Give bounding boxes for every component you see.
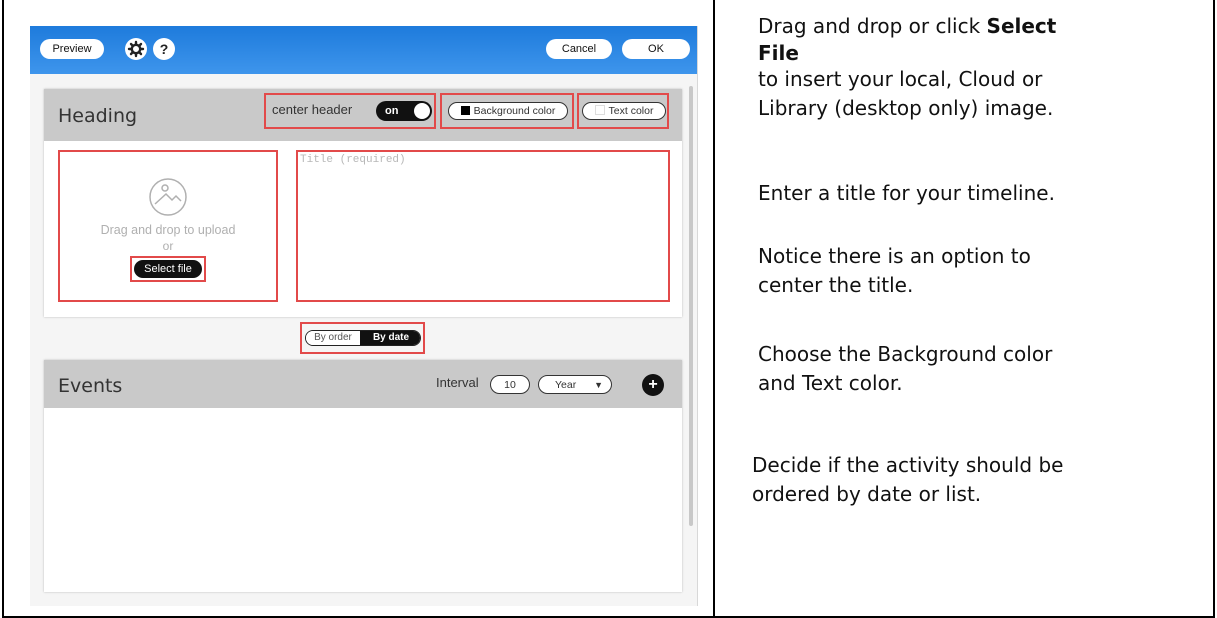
instruction-line: ordered by date or list. bbox=[752, 482, 982, 506]
instruction-select-file: Drag and drop or click Select File to in… bbox=[758, 12, 1056, 123]
center-header-label: center header bbox=[272, 102, 353, 117]
by-date-option[interactable]: By date bbox=[360, 331, 420, 345]
instruction-line: Choose the Background color bbox=[758, 342, 1053, 366]
instruction-line: Library (desktop only) image. bbox=[758, 96, 1054, 120]
preview-button[interactable]: Preview bbox=[40, 39, 104, 59]
image-icon bbox=[149, 178, 187, 216]
toggle-knob bbox=[414, 103, 430, 119]
instruction-bold: File bbox=[758, 41, 799, 65]
gear-icon[interactable] bbox=[125, 38, 147, 60]
background-swatch bbox=[460, 106, 470, 115]
chevron-down-icon: ▼ bbox=[594, 380, 603, 390]
text-color-button[interactable]: Text color bbox=[582, 102, 666, 120]
editor-toolbar: Preview ? Cancel OK bbox=[30, 26, 697, 74]
instruction-line: center the title. bbox=[758, 273, 914, 297]
events-panel: Events Interval 10 Year ▼ + bbox=[44, 360, 682, 592]
text-color-label: Text color bbox=[608, 105, 654, 117]
upload-text: Drag and drop to upload bbox=[100, 223, 236, 237]
background-color-button[interactable]: Background color bbox=[448, 102, 568, 120]
instruction-center: Notice there is an option to center the … bbox=[758, 242, 1031, 300]
help-button[interactable]: ? bbox=[153, 38, 175, 60]
center-header-toggle[interactable]: on bbox=[376, 101, 432, 121]
image-dropzone[interactable]: Drag and drop to upload or Select file bbox=[60, 152, 276, 300]
interval-unit-value: Year bbox=[555, 379, 577, 391]
column-divider bbox=[713, 0, 715, 618]
select-file-button[interactable]: Select file bbox=[134, 260, 202, 278]
toggle-state: on bbox=[385, 105, 399, 117]
heading-panel-header: Heading center header on Background colo… bbox=[44, 89, 682, 141]
instruction-title: Enter a title for your timeline. bbox=[758, 181, 1055, 205]
cancel-button[interactable]: Cancel bbox=[546, 39, 612, 59]
events-panel-header: Events Interval 10 Year ▼ + bbox=[44, 360, 682, 408]
interval-label: Interval bbox=[436, 375, 479, 390]
instruction-line: Decide if the activity should be bbox=[752, 453, 1064, 477]
ok-button[interactable]: OK bbox=[622, 39, 690, 59]
interval-input[interactable]: 10 bbox=[490, 375, 530, 394]
timeline-editor: Preview ? Cancel OK Heading center heade… bbox=[30, 26, 698, 606]
interval-unit-select[interactable]: Year ▼ bbox=[538, 375, 612, 394]
events-title: Events bbox=[58, 375, 123, 397]
instruction-line: Notice there is an option to bbox=[758, 244, 1031, 268]
heading-panel: Heading center header on Background colo… bbox=[44, 89, 682, 317]
by-order-option[interactable]: By order bbox=[306, 331, 360, 345]
background-color-label: Background color bbox=[473, 105, 556, 117]
instruction-line: Drag and drop or click bbox=[758, 14, 987, 38]
scrollbar[interactable] bbox=[689, 86, 693, 526]
upload-or: or bbox=[162, 239, 174, 253]
order-toggle[interactable]: By order By date bbox=[305, 330, 421, 346]
heading-title: Heading bbox=[58, 105, 138, 127]
title-input[interactable]: Title (required) bbox=[300, 154, 666, 298]
add-event-button[interactable]: + bbox=[642, 374, 664, 396]
instruction-order: Decide if the activity should be ordered… bbox=[752, 451, 1063, 509]
instruction-colors: Choose the Background color and Text col… bbox=[758, 340, 1052, 398]
instruction-line: to insert your local, Cloud or bbox=[758, 67, 1043, 91]
text-swatch bbox=[594, 105, 605, 115]
instruction-line: and Text color. bbox=[758, 371, 903, 395]
instruction-bold: Select bbox=[986, 14, 1057, 38]
